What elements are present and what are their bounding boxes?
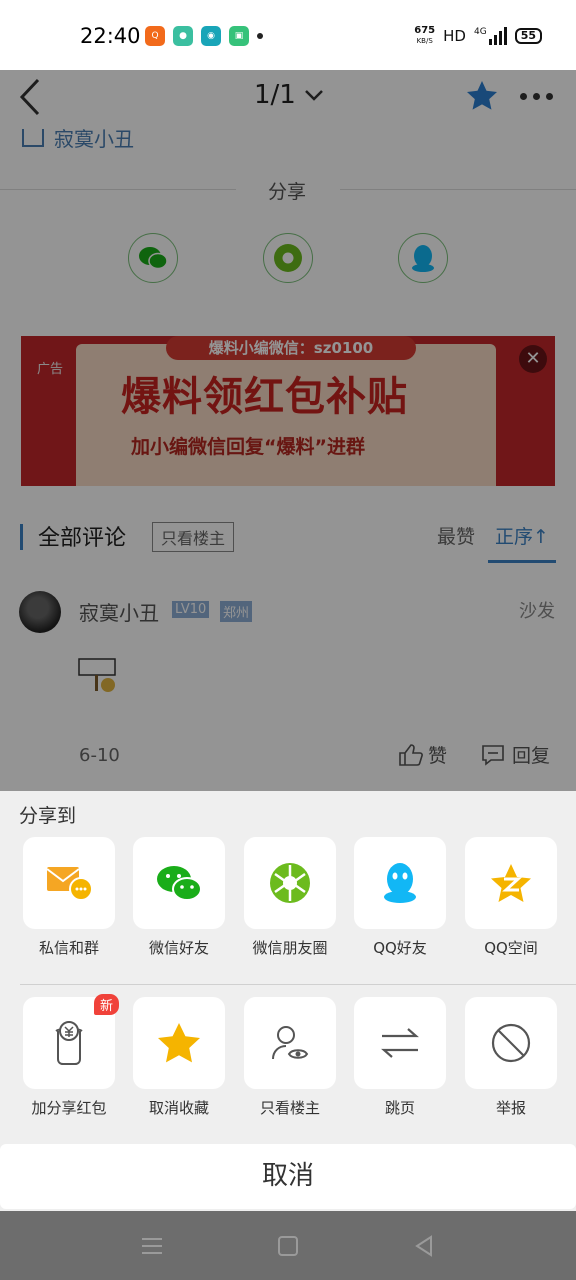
red-packet-icon bbox=[55, 1021, 83, 1065]
cancel-favorite[interactable]: 取消收藏 bbox=[133, 997, 225, 1118]
tile-label: 私信和群 bbox=[38, 939, 99, 957]
home-icon[interactable] bbox=[275, 1233, 301, 1259]
tile-box bbox=[133, 837, 225, 929]
tile-box bbox=[354, 837, 446, 929]
tile-label: QQ好友 bbox=[373, 939, 427, 957]
share-qzone[interactable]: QQ空间 bbox=[465, 837, 557, 958]
jump-page[interactable]: 跳页 bbox=[354, 997, 446, 1118]
tile-label: 只看楼主 bbox=[259, 1099, 320, 1117]
app-notification-icon: ◉ bbox=[201, 26, 221, 46]
tile-box bbox=[244, 837, 336, 929]
tile-box bbox=[133, 997, 225, 1089]
status-bar: 22:40 Q ● ◉ ▣ 675 KB/S HD 4G 55 bbox=[0, 0, 576, 70]
tile-box bbox=[354, 997, 446, 1089]
app-notification-icon: Q bbox=[145, 26, 165, 46]
tile-label: 加分享红包 bbox=[31, 1099, 107, 1117]
net-speed-value: 675 bbox=[414, 25, 436, 36]
tile-label: 微信朋友圈 bbox=[252, 939, 328, 957]
swap-arrows-icon bbox=[381, 1028, 419, 1058]
qzone-icon bbox=[491, 864, 531, 902]
modal-backdrop[interactable] bbox=[0, 70, 576, 791]
network-type: 4G bbox=[473, 27, 487, 37]
tile-box: 新 bbox=[23, 994, 119, 1089]
net-speed-unit: KB/S bbox=[416, 37, 433, 45]
menu-icon[interactable] bbox=[139, 1233, 165, 1259]
share-qq-friend[interactable]: QQ好友 bbox=[354, 837, 446, 958]
star-icon bbox=[158, 1023, 200, 1063]
tile-label: QQ空间 bbox=[484, 939, 538, 957]
moments-icon bbox=[270, 863, 310, 903]
more-notifications-dot bbox=[257, 33, 263, 39]
tile-box bbox=[23, 837, 115, 929]
tile-label: 跳页 bbox=[384, 1099, 415, 1117]
prohibit-icon bbox=[491, 1023, 531, 1063]
only-view-op[interactable]: 只看楼主 bbox=[244, 997, 336, 1118]
tile-box bbox=[244, 997, 336, 1089]
share-sheet-title: 分享到 bbox=[19, 805, 77, 827]
system-nav-bar bbox=[0, 1211, 576, 1280]
wechat-icon bbox=[157, 866, 202, 901]
report[interactable]: 举报 bbox=[465, 997, 557, 1118]
tile-label: 举报 bbox=[495, 1099, 526, 1117]
app-notification-icon: ● bbox=[173, 26, 193, 46]
tile-box bbox=[465, 837, 557, 929]
share-private-message[interactable]: 私信和群 bbox=[23, 837, 115, 958]
hd-indicator: HD bbox=[443, 27, 466, 45]
new-badge: 新 bbox=[93, 994, 119, 1015]
share-wechat-friend[interactable]: 微信好友 bbox=[133, 837, 225, 958]
net-speed: 675 KB/S bbox=[414, 26, 435, 46]
cancel-button[interactable]: 取消 bbox=[0, 1144, 576, 1209]
eye-person-icon bbox=[272, 1026, 309, 1060]
tile-box bbox=[465, 997, 557, 1089]
back-triangle-icon[interactable] bbox=[411, 1233, 437, 1259]
battery-icon: 55 bbox=[514, 28, 542, 44]
add-share-red-packet[interactable]: 新 加分享红包 bbox=[23, 994, 119, 1118]
signal-icon: 4G bbox=[474, 27, 507, 45]
envelope-chat-icon bbox=[46, 867, 93, 901]
qq-icon bbox=[384, 863, 416, 903]
app-notification-icon: ▣ bbox=[229, 26, 249, 46]
status-time: 22:40 bbox=[80, 24, 141, 48]
divider bbox=[20, 984, 576, 985]
share-sheet: 分享到 私信和群 微信好友 微信朋友圈 QQ好友 QQ空间 新 加分享红包 取消… bbox=[0, 791, 576, 1211]
notification-icons: Q ● ◉ ▣ bbox=[145, 26, 263, 46]
tile-label: 取消收藏 bbox=[148, 1099, 209, 1117]
share-wechat-moments[interactable]: 微信朋友圈 bbox=[244, 837, 336, 958]
tile-label: 微信好友 bbox=[148, 939, 209, 957]
status-right: 675 KB/S HD 4G 55 bbox=[414, 26, 542, 46]
